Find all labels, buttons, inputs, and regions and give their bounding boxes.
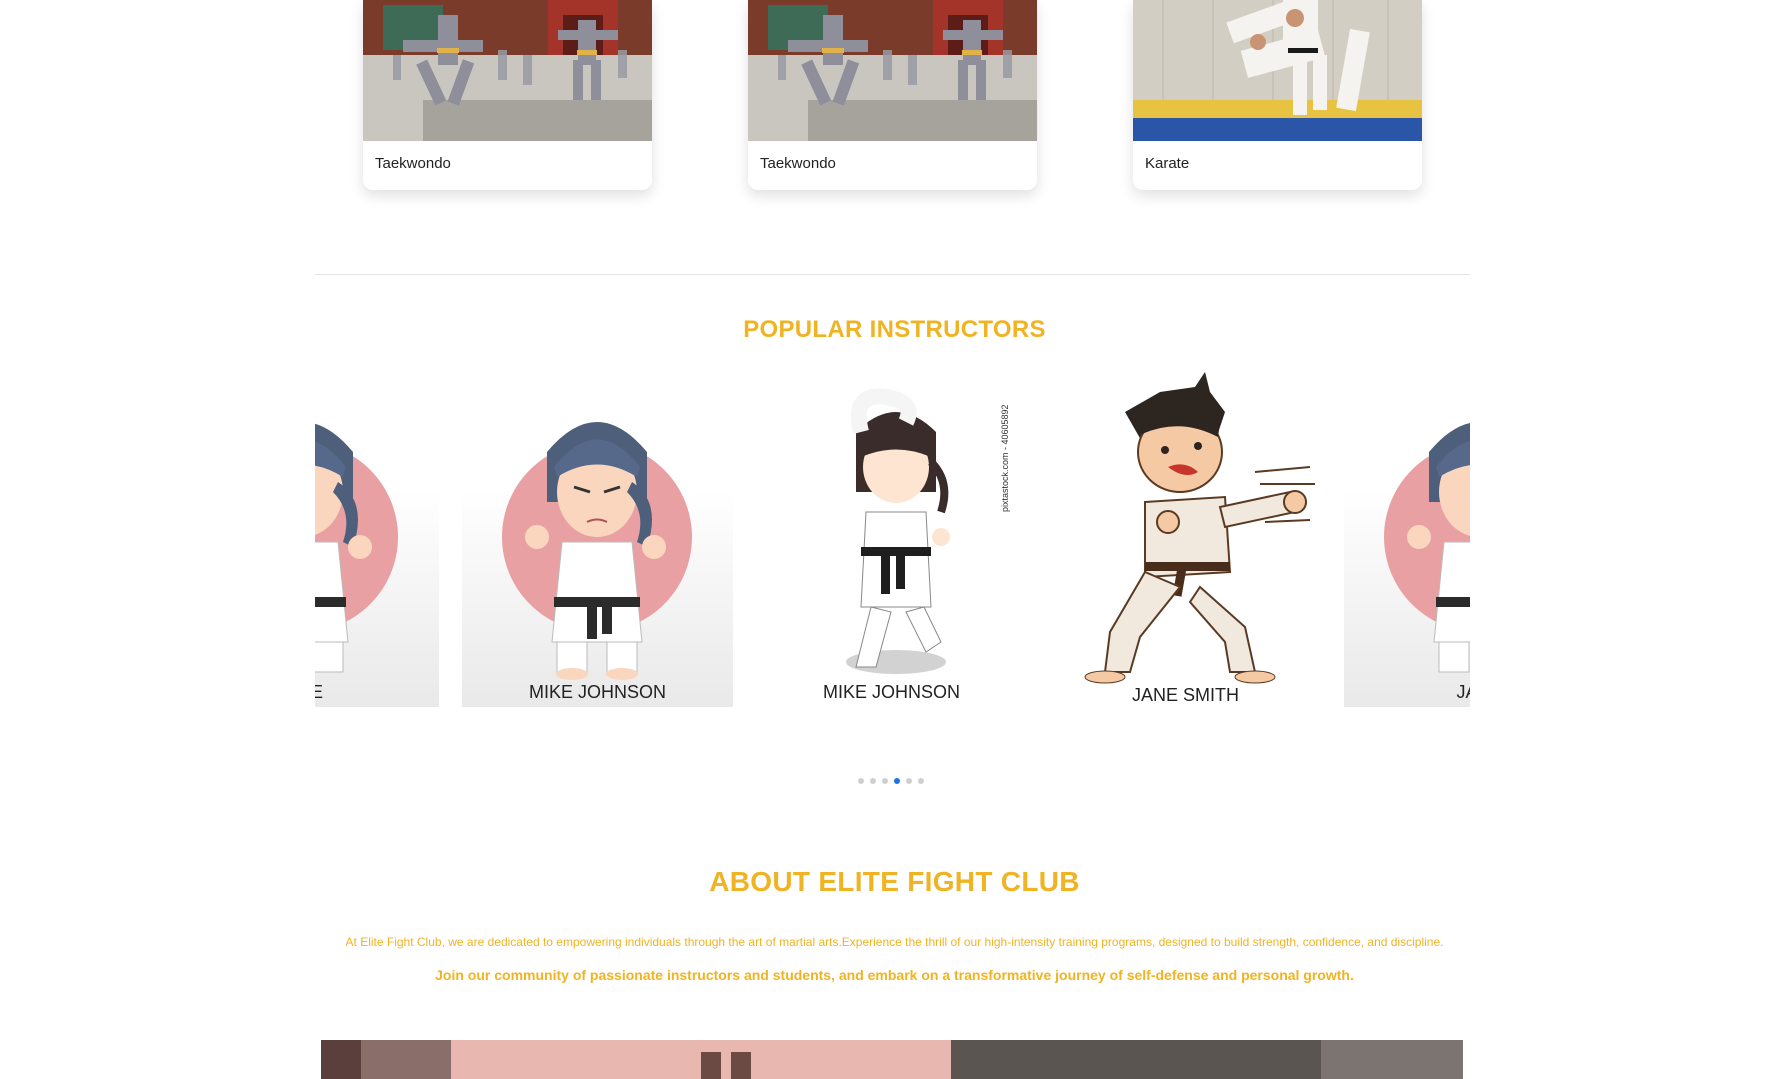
about-title: ABOUT ELITE FIGHT CLUB	[709, 866, 1080, 897]
instructor-name: JANE	[1456, 682, 1470, 702]
watermark-text: pixtastock.com - 40605892	[1000, 404, 1010, 512]
program-cards: Taekwondo Taekwondo Karate	[0, 0, 1789, 200]
program-label: Taekwondo	[760, 155, 836, 172]
carousel-dot[interactable]	[870, 778, 876, 784]
instructor-card[interactable]: pixtastock.com - 40605892 MIKE JOHNSON	[756, 372, 1027, 707]
program-photo	[363, 0, 652, 141]
instructors-carousel[interactable]: DOE MIKE JOHNSON	[315, 372, 1470, 707]
instructor-name: MIKE JOHNSON	[822, 682, 960, 702]
section-divider	[315, 274, 1470, 275]
instructor-avatar: pixtastock.com - 40605892	[756, 372, 1027, 707]
carousel-pagination	[858, 778, 924, 784]
instructor-avatar	[462, 422, 733, 707]
instructor-name: MIKE JOHNSON	[528, 682, 666, 702]
carousel-dot[interactable]	[882, 778, 888, 784]
about-paragraph-bold: Join our community of passionate instruc…	[435, 967, 1354, 983]
instructor-avatar	[315, 423, 439, 707]
about-paragraph: At Elite Fight Club, we are dedicated to…	[345, 935, 1444, 949]
about-banner-image	[321, 1040, 1463, 1079]
instructor-card[interactable]: DOE	[315, 372, 439, 707]
program-photo	[748, 0, 1037, 141]
instructor-card[interactable]: MIKE JOHNSON	[462, 372, 733, 707]
program-card[interactable]: Taekwondo	[363, 0, 652, 190]
instructor-name: DOE	[315, 682, 323, 702]
carousel-dot-active[interactable]	[894, 778, 900, 784]
carousel-dot[interactable]	[906, 778, 912, 784]
carousel-dot[interactable]	[918, 778, 924, 784]
instructor-card[interactable]: JANE	[1344, 372, 1470, 707]
instructor-avatar	[1344, 423, 1470, 707]
program-photo	[1133, 0, 1422, 141]
program-card[interactable]: Karate	[1133, 0, 1422, 190]
instructors-title: POPULAR INSTRUCTORS	[743, 316, 1046, 343]
instructor-card[interactable]: JANE SMITH	[1050, 372, 1321, 707]
instructor-name: JANE SMITH	[1131, 685, 1239, 705]
instructor-avatar	[1050, 372, 1321, 707]
program-label: Karate	[1145, 155, 1190, 172]
program-label: Taekwondo	[375, 155, 451, 172]
carousel-dot[interactable]	[858, 778, 864, 784]
program-card[interactable]: Taekwondo	[748, 0, 1037, 190]
